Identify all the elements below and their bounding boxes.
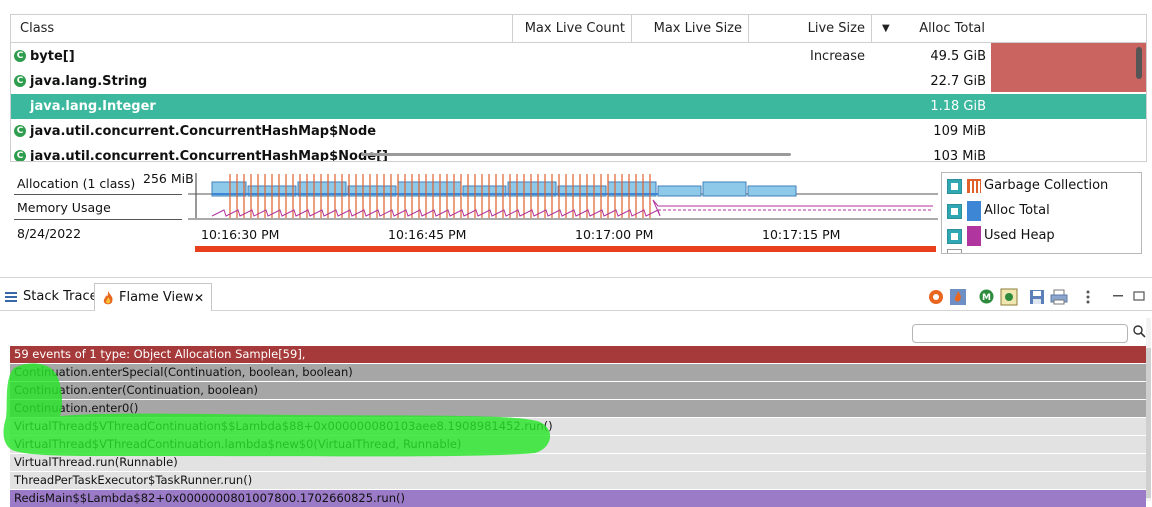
flame-frame[interactable]: VirtualThread$VThreadContinuation.lambda… <box>10 436 1146 453</box>
class-name: java.lang.String <box>30 74 148 89</box>
timeline-row-allocation: Allocation (1 class) <box>17 176 136 191</box>
alloc-total-bar <box>991 43 1146 92</box>
alloc-total-value: 49.5 GiB <box>930 49 986 64</box>
checkbox[interactable] <box>947 179 962 194</box>
horizontal-scrollbar[interactable] <box>361 153 791 156</box>
view-tab-bar: Stack Trace Flame View ✕ M <box>0 283 1152 311</box>
module-icon[interactable]: M <box>979 289 994 304</box>
timeline-row-memory-usage: Memory Usage <box>17 200 111 215</box>
table-row[interactable]: C java.lang.String 22.7 GiB <box>11 69 991 94</box>
alloc-total-value: 103 MiB <box>933 149 986 162</box>
panel-separator <box>0 277 1152 278</box>
alloc-bar <box>747 185 797 197</box>
timeline-chart[interactable] <box>188 170 938 256</box>
class-icon: C <box>14 50 26 62</box>
divider <box>14 194 182 195</box>
checkbox[interactable] <box>947 229 962 244</box>
gc-swatch-icon <box>967 176 981 196</box>
class-table: Class Max Live Count Max Live Size Live … <box>10 14 1147 162</box>
flame-frame[interactable]: Continuation.enter(Continuation, boolean… <box>10 382 1146 399</box>
heap-swatch-icon <box>967 226 981 246</box>
class-icon: C <box>14 150 26 161</box>
table-row[interactable]: C byte[] 49.5 GiB <box>11 44 991 69</box>
class-name: java.lang.Integer <box>30 99 156 114</box>
flame-vertical-scrollbar[interactable] <box>1146 318 1151 501</box>
flame-frame[interactable]: ThreadPerTaskExecutor$TaskRunner.run() <box>10 472 1146 489</box>
table-row-selected[interactable]: java.lang.Integer 1.18 GiB <box>11 94 1146 119</box>
svg-text:M: M <box>982 293 991 303</box>
sort-descending-icon: ▼ <box>882 23 890 34</box>
alloc-total-value: 1.18 GiB <box>930 99 986 114</box>
flame-frame[interactable]: Continuation.enterSpecial(Continuation, … <box>10 364 1146 381</box>
alloc-total-value: 109 MiB <box>933 124 986 139</box>
view-menu-icon[interactable] <box>1084 289 1092 305</box>
flame-icon <box>103 291 113 305</box>
list-icon <box>5 292 17 302</box>
y-axis-max-label: 256 MiB <box>143 171 194 186</box>
legend-overflow-item <box>947 249 962 253</box>
flame-settings-icon[interactable] <box>927 288 945 306</box>
table-header: Class Max Live Count Max Live Size Live … <box>11 15 1146 64</box>
flame-frame[interactable]: Continuation.enter0() <box>10 400 1146 417</box>
minimize-icon[interactable] <box>1111 289 1125 303</box>
alloc-bar <box>702 181 747 197</box>
checkbox[interactable] <box>947 204 962 219</box>
flame-frame[interactable]: VirtualThread$VThreadContinuation$$Lambd… <box>10 418 1146 435</box>
divider <box>14 219 182 220</box>
class-icon: C <box>14 125 26 137</box>
time-tick-label: 10:16:45 PM <box>388 227 467 242</box>
timeline-legend: Garbage Collection Alloc Total Used Heap <box>941 172 1142 254</box>
alloc-swatch-icon <box>967 201 981 221</box>
class-name: java.util.concurrent.ConcurrentHashMap$N… <box>30 149 388 162</box>
maximize-icon[interactable] <box>1132 289 1146 303</box>
flame-filter-icon[interactable] <box>949 288 967 306</box>
alloc-total-value: 22.7 GiB <box>930 74 986 89</box>
flame-frame[interactable]: VirtualThread.run(Runnable) <box>10 454 1146 471</box>
time-tick-label: 10:17:15 PM <box>762 227 841 242</box>
class-icon: C <box>14 75 26 87</box>
column-header-max-live-count[interactable]: Max Live Count <box>513 15 632 43</box>
table-row[interactable]: C java.util.concurrent.ConcurrentHashMap… <box>11 119 991 144</box>
time-tick-label: 10:16:30 PM <box>201 227 280 242</box>
column-header-max-live-size[interactable]: Max Live Size <box>632 15 749 43</box>
timeline-date: 8/24/2022 <box>17 226 82 241</box>
column-header-live-size-increase[interactable]: Live Size Increase <box>749 15 872 64</box>
vertical-scrollbar[interactable] <box>1136 47 1142 79</box>
legend-label: Used Heap <box>984 228 1055 243</box>
tab-label: Flame View <box>119 290 194 305</box>
time-range-bar <box>195 246 936 252</box>
class-name: java.util.concurrent.ConcurrentHashMap$N… <box>30 124 377 139</box>
tab-label: Stack Trace <box>23 289 98 304</box>
column-header-alloc-total[interactable]: ▼ Alloc Total <box>872 15 991 43</box>
flame-frame[interactable]: RedisMain$$Lambda$82+0x0000000801007800.… <box>10 490 1146 507</box>
print-icon[interactable] <box>1050 289 1068 305</box>
time-tick-label: 10:17:00 PM <box>575 227 654 242</box>
tab-flame-view[interactable]: Flame View ✕ <box>94 283 212 311</box>
package-icon[interactable] <box>1000 288 1018 306</box>
class-name: byte[] <box>30 49 75 64</box>
column-header-class[interactable]: Class <box>11 15 513 43</box>
alloc-bar <box>657 185 702 197</box>
legend-label: Alloc Total <box>984 203 1050 218</box>
search-input[interactable] <box>912 324 1128 343</box>
flame-frame-root[interactable]: 59 events of 1 type: Object Allocation S… <box>10 346 1146 363</box>
save-icon[interactable] <box>1029 289 1045 305</box>
column-header-alloc-total-label: Alloc Total <box>919 21 985 36</box>
close-icon[interactable]: ✕ <box>194 284 204 312</box>
legend-label: Garbage Collection <box>984 178 1109 193</box>
